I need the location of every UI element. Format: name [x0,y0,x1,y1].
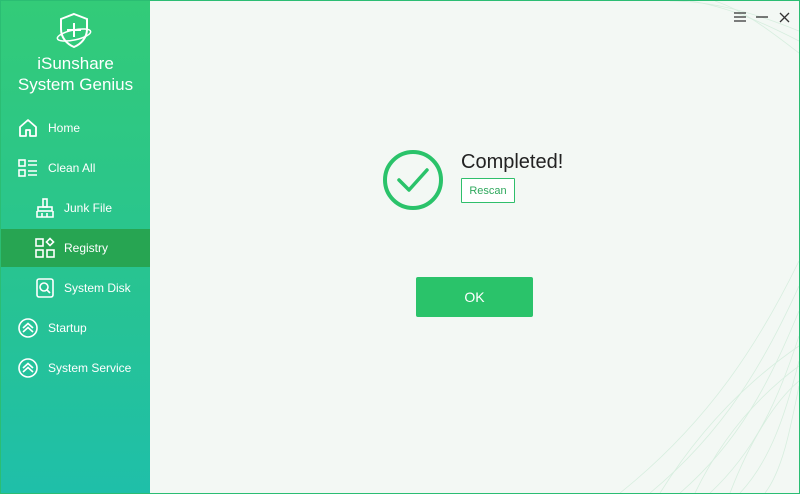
sidebar-item-system-disk[interactable]: System Disk [1,269,150,307]
sidebar-item-system-service[interactable]: System Service [1,349,150,387]
menu-button[interactable] [732,9,748,25]
sidebar-item-label: System Disk [64,281,131,295]
ok-button[interactable]: OK [416,277,533,317]
brush-icon [36,198,54,218]
main-panel: Completed! Rescan OK [150,1,799,493]
sidebar-item-home[interactable]: Home [1,109,150,147]
registry-grid-icon [35,237,55,258]
app-name: iSunshare System Genius [1,53,150,95]
sidebar-item-label: Home [48,121,81,135]
menu-icon [734,12,746,22]
sidebar-item-label: Registry [64,241,109,255]
app-name-line1: iSunshare [37,54,114,73]
sidebar-item-label: Startup [48,321,87,335]
status-title: Completed! [461,151,564,173]
close-button[interactable] [776,9,792,25]
minimize-icon [756,16,768,18]
app-window: iSunshare System Genius Home Clean All J… [0,0,800,494]
sidebar: iSunshare System Genius Home Clean All J… [1,1,150,493]
app-name-line2: System Genius [17,75,134,94]
sidebar-item-startup[interactable]: Startup [1,309,150,347]
sidebar-item-registry[interactable]: Registry [1,229,150,267]
check-circle-icon [383,150,443,210]
minimize-button[interactable] [754,9,770,25]
sidebar-item-clean-all[interactable]: Clean All [1,149,150,187]
home-icon [19,119,37,137]
sidebar-item-label: Junk File [64,201,113,215]
chevron-up-circle-icon [18,318,38,338]
sidebar-item-label: Clean All [48,161,96,175]
sidebar-item-junk-file[interactable]: Junk File [1,189,150,227]
background-decoration [619,1,799,493]
sidebar-item-label: System Service [48,361,132,375]
chevron-up-circle-icon [18,358,38,378]
close-icon [779,12,789,22]
list-icon [18,159,37,177]
disk-search-icon [36,278,54,298]
shield-plus-icon [56,12,92,49]
rescan-button[interactable]: Rescan [461,178,515,203]
